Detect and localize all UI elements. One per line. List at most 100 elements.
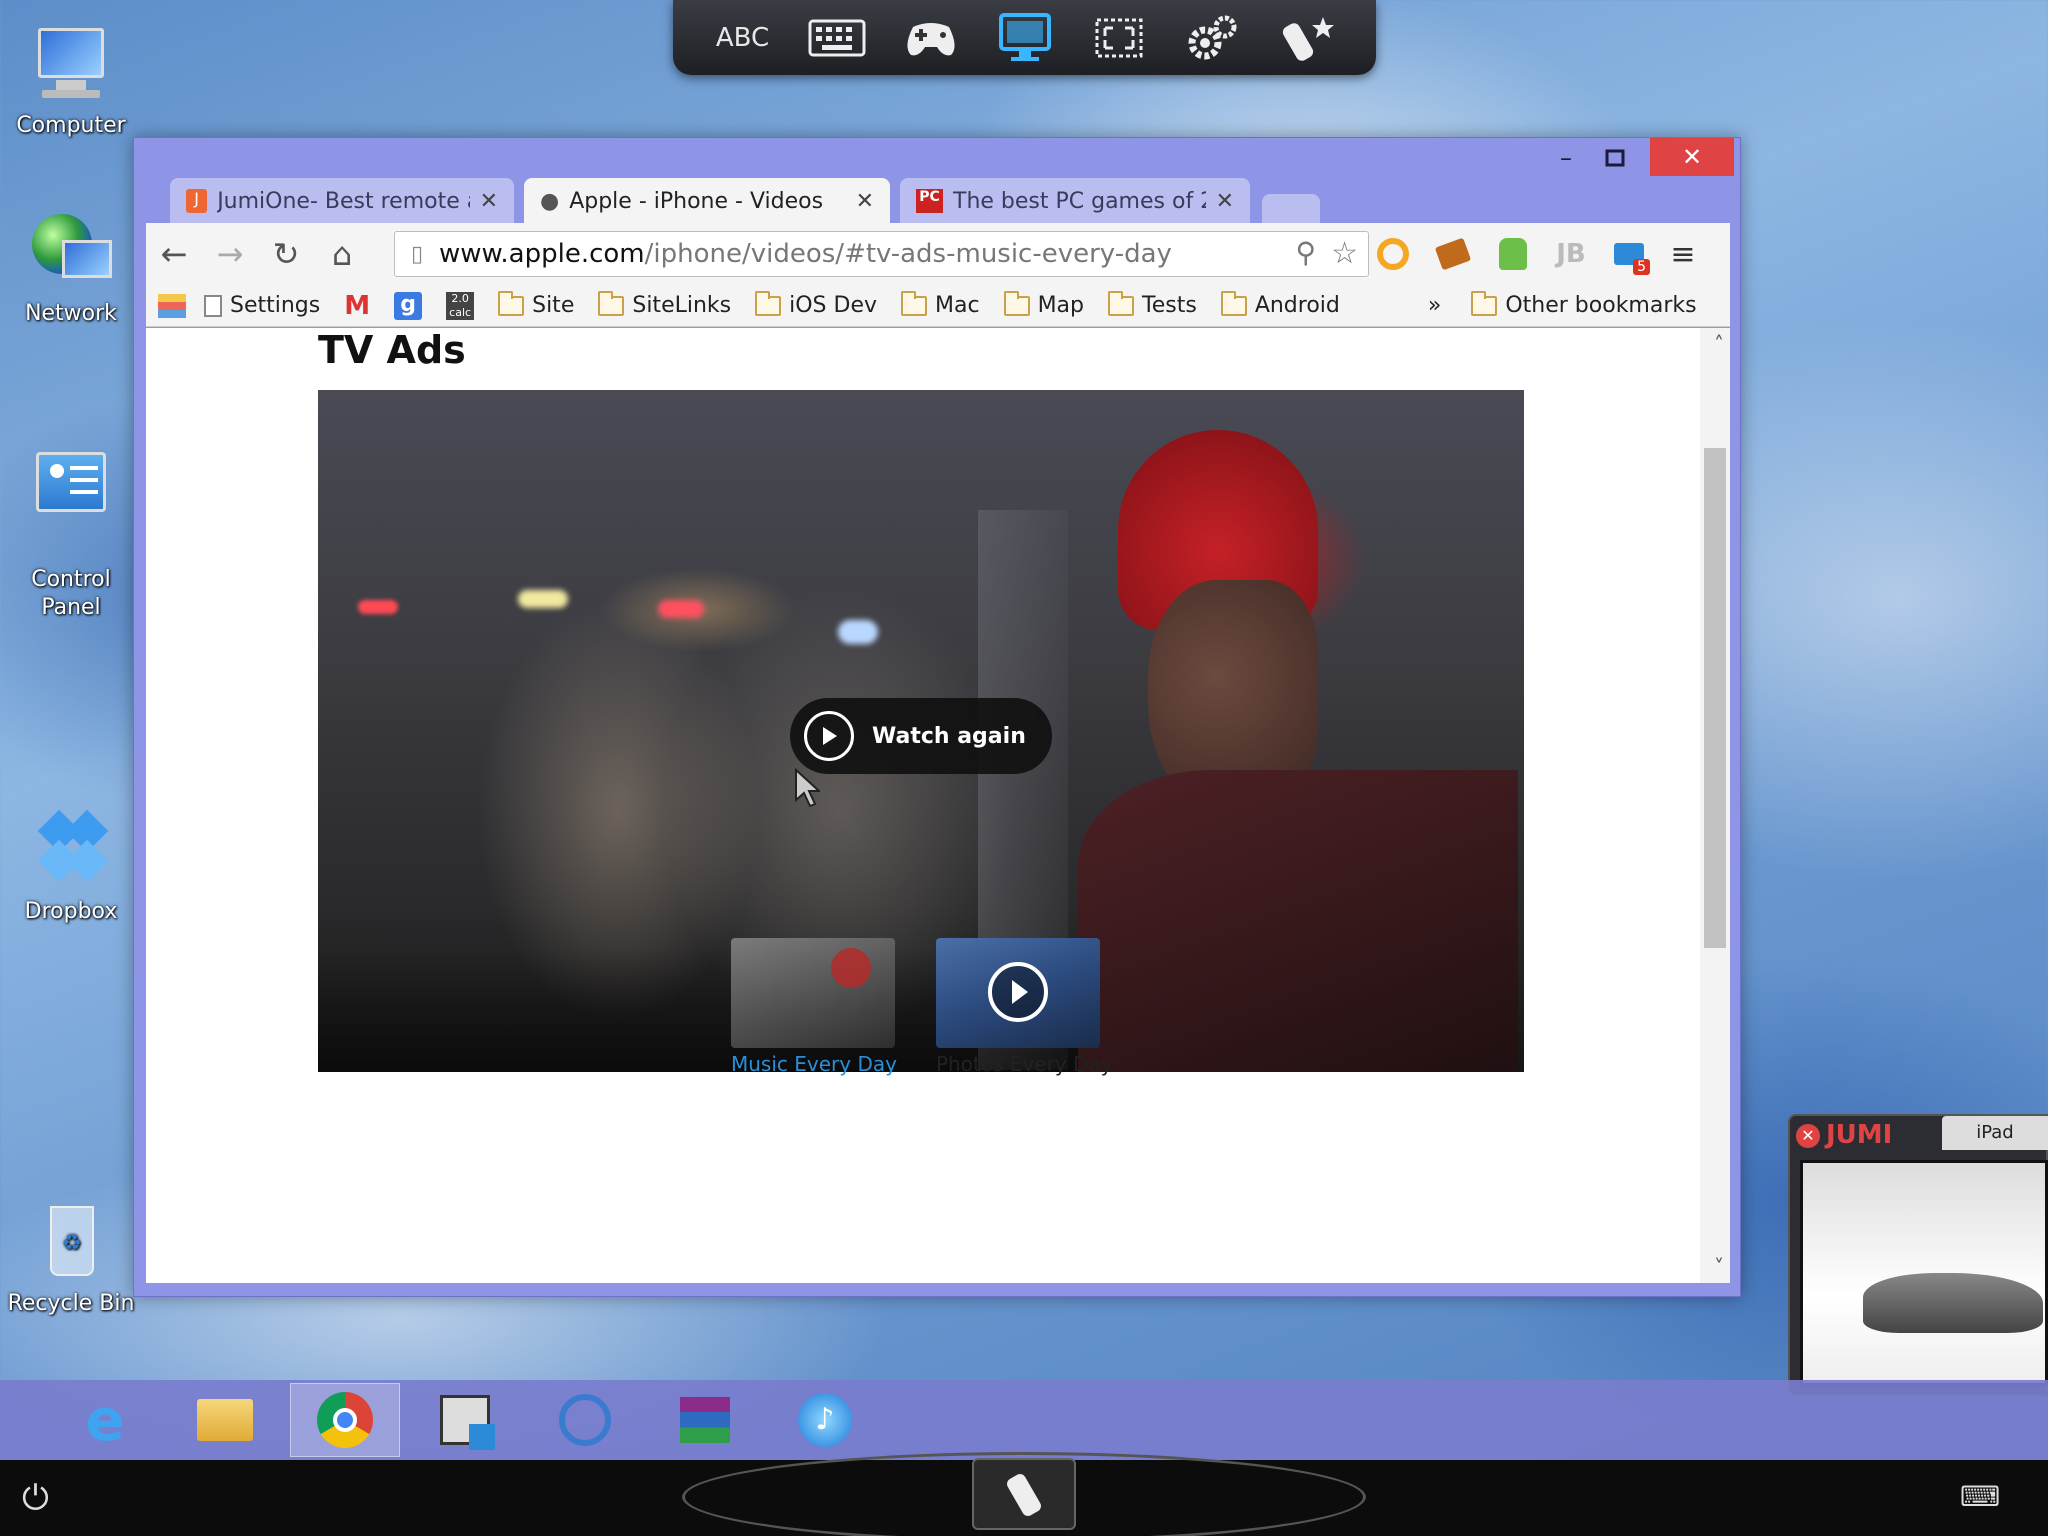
tab-title: Apple - iPhone - Videos — [569, 188, 824, 214]
back-icon[interactable]: ← — [146, 226, 202, 282]
bookmarks-overflow-button[interactable]: » — [1428, 293, 1441, 318]
bookmark-folder-android[interactable]: Android — [1220, 290, 1340, 318]
recycle-bin-icon: ♻ — [28, 1200, 114, 1286]
watch-again-button[interactable]: Watch again — [790, 698, 1052, 774]
desktop-icon-label: Control Panel — [31, 567, 111, 620]
scroll-thumb[interactable] — [1704, 448, 1726, 948]
bookmark-folder-tests[interactable]: Tests — [1108, 290, 1197, 318]
settings-gears-icon[interactable] — [1181, 9, 1245, 67]
url-host: www.apple.com — [439, 239, 645, 269]
desktop-icon-control-panel[interactable]: Control Panel — [6, 420, 136, 622]
bookmark-google[interactable]: g — [394, 291, 423, 320]
apps-icon[interactable] — [158, 293, 186, 318]
jumi-device-widget[interactable]: ✕ JUMI iPad — [1788, 1114, 2048, 1396]
thumbnail-music-every-day[interactable]: Music Every Day — [731, 938, 897, 1076]
maximize-button[interactable] — [1594, 140, 1636, 176]
taskbar: e ♪ — [0, 1380, 2048, 1460]
winrar-icon[interactable] — [650, 1383, 760, 1457]
menu-icon[interactable]: ≡ — [1662, 233, 1704, 275]
photos-every-day-thumbnail — [936, 938, 1100, 1048]
folder-icon — [901, 290, 928, 316]
scroll-down-icon[interactable]: ˅ — [1714, 1255, 1724, 1279]
gamepad-icon[interactable] — [899, 9, 963, 67]
google-icon: g — [394, 291, 423, 320]
apple-favicon-icon: ● — [540, 188, 560, 214]
desktop-icon-recycle-bin[interactable]: ♻ Recycle Bin — [6, 1200, 136, 1318]
desktop-icon-computer[interactable]: Computer — [6, 22, 136, 140]
desktop-icon-network[interactable]: Network — [6, 210, 136, 328]
home-icon[interactable]: ⌂ — [314, 226, 370, 282]
gmail-icon: M — [344, 290, 371, 321]
abc-button[interactable]: ABC — [711, 9, 775, 67]
bookmark-folder-map[interactable]: Map — [1003, 290, 1085, 318]
remote-desktop-icon[interactable] — [410, 1383, 520, 1457]
folder-icon — [755, 290, 782, 316]
bookmark-label: Site — [532, 293, 575, 318]
page-title: TV Ads — [318, 328, 466, 372]
bookmark-folder-mac[interactable]: Mac — [901, 290, 980, 318]
close-window-button[interactable]: ✕ — [1650, 138, 1734, 176]
bookmark-other-bookmarks[interactable]: Other bookmarks — [1471, 290, 1697, 318]
book-extension-icon[interactable] — [1432, 233, 1474, 275]
hide-keyboard-icon[interactable]: ⌨ — [1960, 1480, 2000, 1513]
folder-icon — [1471, 290, 1498, 316]
mail-extension-icon[interactable]: 5 — [1608, 233, 1650, 275]
bookmark-folder-ios-dev[interactable]: iOS Dev — [755, 290, 878, 318]
thumbnail-label: Photos Every Day — [936, 1052, 1113, 1076]
mouse-cursor-icon — [794, 767, 822, 812]
bookmark-folder-sitelinks[interactable]: SiteLinks — [598, 290, 731, 318]
web-page: TV Ads Watch again Music Every Day Photo… — [146, 328, 1730, 1283]
chrome-icon[interactable] — [290, 1383, 400, 1457]
internet-explorer-icon[interactable]: e — [50, 1383, 160, 1457]
close-tab-icon[interactable]: ✕ — [1216, 189, 1234, 214]
new-tab-button[interactable] — [1262, 194, 1320, 224]
jb-extension-icon[interactable]: JB — [1550, 233, 1592, 275]
browser-toolbar: ← → ↻ ⌂ ▯ www.apple.com/iphone/videos/#t… — [146, 223, 1730, 285]
keyboard-icon[interactable] — [805, 9, 869, 67]
remote-toolbar: ABC — [673, 0, 1376, 75]
reload-icon[interactable]: ↻ — [258, 226, 314, 282]
widget-close-icon[interactable]: ✕ — [1796, 1124, 1820, 1148]
zoom-icon[interactable]: ⚲ — [1295, 236, 1316, 269]
fullscreen-icon[interactable] — [1087, 9, 1151, 67]
page-icon: ▯ — [410, 241, 424, 267]
close-tab-icon[interactable]: ✕ — [480, 189, 498, 214]
close-tab-icon[interactable]: ✕ — [856, 189, 874, 214]
power-icon[interactable]: ⏻ — [22, 1478, 49, 1518]
thumbnail-photos-every-day[interactable]: Photos Every Day — [936, 938, 1113, 1076]
bookmark-label: iOS Dev — [789, 293, 878, 318]
opera-extension-icon[interactable] — [1372, 233, 1414, 275]
sync-icon[interactable] — [530, 1383, 640, 1457]
itunes-icon[interactable]: ♪ — [770, 1383, 880, 1457]
bookmark-gmail[interactable]: M — [344, 291, 370, 321]
jumione-favicon-icon: J — [186, 189, 208, 213]
bookmark-calc[interactable]: 2.0 calc — [446, 291, 475, 320]
remote-menu-button[interactable] — [972, 1458, 1076, 1530]
video-player[interactable]: Watch again — [318, 390, 1524, 1072]
bookmark-settings[interactable]: Settings — [204, 293, 320, 318]
folder-icon — [598, 290, 625, 316]
bookmark-star-icon[interactable]: ☆ — [1331, 236, 1358, 271]
scroll-up-icon[interactable]: ˄ — [1714, 332, 1724, 356]
folder-icon — [1003, 290, 1030, 316]
bookmark-label: Mac — [935, 293, 980, 318]
address-bar[interactable]: ▯ www.apple.com/iphone/videos/#tv-ads-mu… — [394, 231, 1369, 277]
tab-pc-games[interactable]: PC The best PC games of 201 ✕ — [900, 178, 1250, 224]
play-icon — [988, 962, 1048, 1022]
bookmark-label: Map — [1037, 293, 1085, 318]
forward-icon[interactable]: → — [202, 226, 258, 282]
url-path: /iphone/videos/#tv-ads-music-every-day — [644, 239, 1172, 269]
monitor-icon[interactable] — [993, 9, 1057, 67]
pcgamer-favicon-icon: PC — [916, 189, 943, 213]
remote-favorite-icon[interactable] — [1275, 9, 1339, 67]
desktop-icon-dropbox[interactable]: Dropbox — [6, 808, 136, 926]
bookmark-label: Tests — [1142, 293, 1197, 318]
file-explorer-icon[interactable] — [170, 1383, 280, 1457]
evernote-extension-icon[interactable] — [1492, 233, 1534, 275]
vertical-scrollbar[interactable]: ˄ ˅ — [1700, 328, 1730, 1283]
tab-jumione[interactable]: J JumiOne- Best remote acc ✕ — [170, 178, 514, 224]
minimize-button[interactable]: – — [1546, 140, 1586, 176]
tab-apple-iphone-videos[interactable]: ● Apple - iPhone - Videos ✕ — [524, 178, 890, 224]
overflow-label: » — [1427, 293, 1442, 318]
bookmark-folder-site[interactable]: Site — [498, 290, 575, 318]
